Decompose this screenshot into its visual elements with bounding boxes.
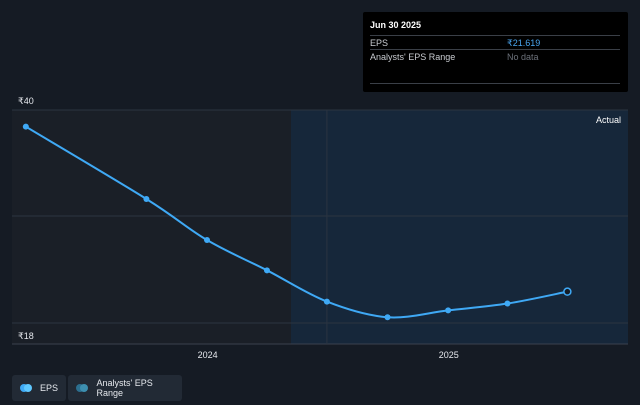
x-tick-label: 2025 — [439, 350, 459, 360]
y-tick-label: ₹18 — [18, 331, 34, 341]
tooltip-eps-value: ₹21.619 — [507, 38, 541, 48]
tooltip-range-value: No data — [507, 52, 539, 62]
legend-item-eps[interactable]: EPS — [12, 375, 66, 401]
eps-legend-icon — [20, 384, 34, 392]
eps-data-point — [143, 195, 150, 202]
tooltip: Jun 30 2025 EPS ₹21.619 Analysts' EPS Ra… — [363, 12, 628, 92]
eps-data-point — [204, 237, 211, 244]
tooltip-divider — [370, 83, 620, 84]
eps-data-point — [263, 267, 270, 274]
legend-label-analysts-range: Analysts' EPS Range — [96, 378, 153, 398]
eps-data-point — [504, 300, 511, 307]
legend-label-eps: EPS — [39, 383, 58, 393]
tooltip-date: Jun 30 2025 — [370, 20, 422, 30]
tooltip-range-label: Analysts' EPS Range — [370, 52, 456, 62]
past-region — [12, 110, 291, 344]
x-tick-label: 2024 — [198, 350, 218, 360]
eps-data-point — [323, 298, 330, 305]
x-axis-ticks: 2024 2025 — [198, 350, 459, 360]
tooltip-row-eps: EPS ₹21.619 — [370, 35, 620, 49]
tooltip-eps-label: EPS — [370, 38, 389, 48]
eps-data-point — [22, 123, 29, 130]
eps-data-point — [445, 307, 452, 314]
actual-region-label: Actual — [596, 115, 621, 125]
legend-item-analysts-range[interactable]: Analysts' EPS Range — [68, 375, 182, 401]
tooltip-row-range: Analysts' EPS Range No data — [370, 49, 620, 63]
y-tick-label: ₹40 — [18, 96, 34, 106]
range-legend-icon — [76, 384, 91, 392]
eps-data-point — [563, 287, 572, 296]
eps-data-point — [384, 314, 391, 321]
